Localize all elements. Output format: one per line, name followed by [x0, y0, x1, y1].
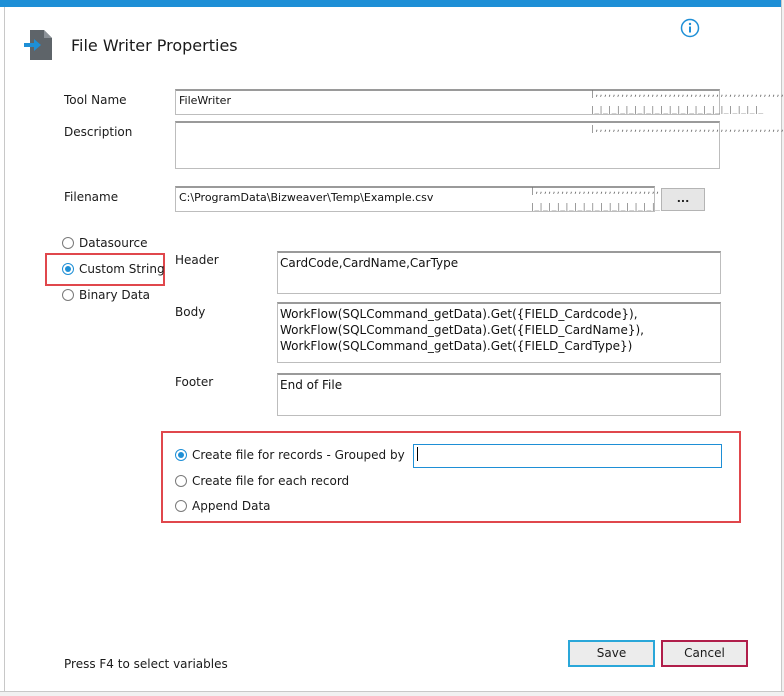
f4-hint: Press F4 to select variables [64, 657, 228, 671]
header-label: Header [175, 253, 219, 267]
decorative-glyphs: |,,,,,,,,,,,,,,,,,,,,,,,,,,,,,,,,,,,,,,,… [590, 89, 784, 98]
radio-button[interactable] [62, 289, 74, 301]
cancel-button[interactable]: Cancel [661, 640, 748, 667]
radio-label: Custom String [79, 262, 165, 276]
info-icon[interactable] [680, 18, 700, 38]
description-label: Description [64, 125, 133, 139]
body-input[interactable]: WorkFlow(SQLCommand_getData).Get({FIELD_… [277, 302, 721, 363]
radio-button-checked[interactable] [62, 263, 74, 275]
radio-button[interactable] [175, 475, 187, 487]
grouped-by-input[interactable] [413, 444, 722, 468]
radio-label: Append Data [192, 499, 271, 513]
decorative-glyphs: |_|_|_|_|_|_|_|_|_|_|_|_|_|_|_|_|_|_|_|_ [590, 105, 763, 114]
radio-label: Binary Data [79, 288, 151, 302]
radio-label: Datasource [79, 236, 148, 250]
save-button[interactable]: Save [568, 640, 655, 667]
file-writer-icon [22, 28, 54, 62]
radio-label: Create file for records - Grouped by [192, 448, 405, 462]
filename-label: Filename [64, 190, 119, 204]
footer-input[interactable]: End of File [277, 373, 721, 416]
dialog-title: File Writer Properties [71, 36, 238, 55]
text-caret [417, 447, 418, 461]
radio-button[interactable] [175, 500, 187, 512]
window-top-accent [0, 0, 784, 7]
window-bottom-edge [0, 691, 784, 696]
radio-button[interactable] [62, 237, 74, 249]
header-input[interactable]: CardCode,CardName,CarType [277, 251, 721, 294]
browse-button[interactable]: ... [661, 188, 705, 211]
body-label: Body [175, 305, 206, 319]
tool-name-label: Tool Name [64, 93, 127, 107]
decorative-glyphs: |,,,,,,,,,,,,,,,,,,,,,,,,,,,,,,,,,,,,,,,… [590, 124, 784, 133]
radio-button-checked[interactable] [175, 449, 187, 461]
window-left-edge [0, 7, 5, 695]
footer-label: Footer [175, 375, 214, 389]
radio-label: Create file for each record [192, 474, 350, 488]
decorative-glyphs: |_|_|_|_|_|_|_|_|_|_|_|_|_|_|_|_ [530, 202, 669, 211]
